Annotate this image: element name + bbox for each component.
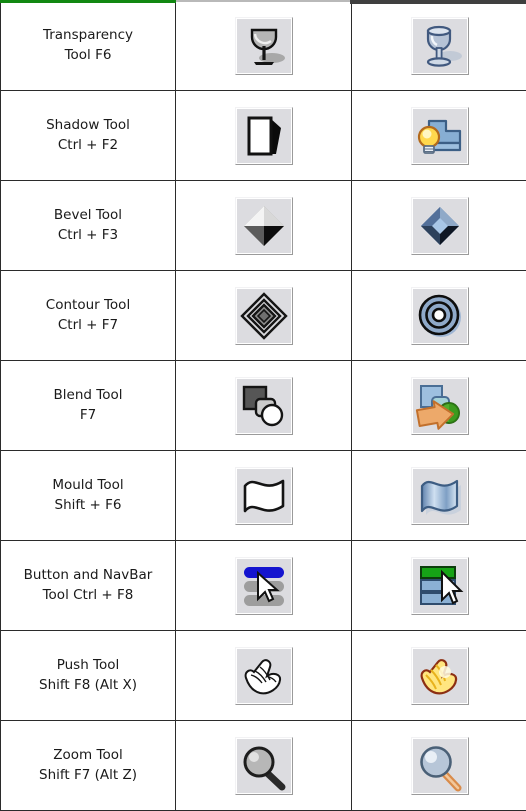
rectangle-with-shadow-icon[interactable] [234, 106, 293, 165]
icon-art [236, 558, 292, 614]
tool-name-line2: Shift F8 (Alt X) [39, 676, 137, 693]
icon-art [412, 108, 468, 164]
icon-cell-mono [175, 0, 352, 91]
icon-art [236, 378, 292, 434]
tools-table: Transparency Tool F6 Shadow Tool Ctrl + … [0, 0, 526, 811]
icon-art [236, 738, 292, 794]
icon-cell-color [351, 720, 526, 811]
navbar-bars-cursor-color-icon[interactable] [410, 556, 469, 615]
icon-art [412, 378, 468, 434]
tool-name-line2: Ctrl + F2 [57, 136, 119, 153]
hand-outline-icon[interactable] [234, 646, 293, 705]
tool-name-line1: Blend Tool [53, 386, 123, 403]
tool-name-line2: Tool F6 [64, 46, 112, 63]
icon-art [236, 288, 292, 344]
icon-cell-color [351, 630, 526, 721]
tool-reference-table-page: Transparency Tool F6 Shadow Tool Ctrl + … [0, 0, 526, 811]
icon-art [412, 198, 468, 254]
table-row: Button and NavBar Tool Ctrl + F8 [0, 540, 526, 631]
icon-cell-mono [175, 270, 352, 361]
icon-cell-mono [175, 540, 352, 631]
icon-art [412, 648, 468, 704]
table-row: Transparency Tool F6 [0, 0, 526, 91]
wine-glass-blue-icon[interactable] [410, 16, 469, 75]
tool-name-line1: Shadow Tool [46, 116, 130, 133]
wine-glass-gray-icon[interactable] [234, 16, 293, 75]
icon-cell-color [351, 360, 526, 451]
lightbulb-with-shape-icon[interactable] [410, 106, 469, 165]
icon-art [412, 468, 468, 524]
tool-label-mould: Mould Tool Shift + F6 [0, 450, 176, 541]
table-row: Blend Tool F7 [0, 360, 526, 451]
hand-yellow-icon[interactable] [410, 646, 469, 705]
wavy-sheet-blue-icon[interactable] [410, 466, 469, 525]
icon-cell-mono [175, 360, 352, 451]
shapes-with-arrow-icon[interactable] [410, 376, 469, 435]
icon-cell-mono [175, 180, 352, 271]
icon-art [236, 648, 292, 704]
table-row: Push Tool Shift F8 (Alt X) [0, 630, 526, 721]
table-row: Bevel Tool Ctrl + F3 [0, 180, 526, 271]
icon-art [412, 288, 468, 344]
magnifier-blue-icon[interactable] [410, 736, 469, 795]
tool-label-bevel: Bevel Tool Ctrl + F3 [0, 180, 176, 271]
top-accent-dark [350, 0, 526, 4]
icon-art [236, 108, 292, 164]
tool-label-blend: Blend Tool F7 [0, 360, 176, 451]
tool-name-line2: Ctrl + F3 [57, 226, 119, 243]
concentric-diamonds-icon[interactable] [234, 286, 293, 345]
table-row: Zoom Tool Shift F7 (Alt Z) [0, 720, 526, 811]
icon-cell-color [351, 450, 526, 541]
icon-cell-mono [175, 630, 352, 721]
tool-label-shadow: Shadow Tool Ctrl + F2 [0, 90, 176, 181]
icon-cell-mono [175, 450, 352, 541]
top-accent-green [0, 0, 176, 3]
tool-name-line1: Transparency [42, 26, 134, 43]
concentric-circles-icon[interactable] [410, 286, 469, 345]
tool-label-zoom: Zoom Tool Shift F7 (Alt Z) [0, 720, 176, 811]
beveled-diamond-blue-icon[interactable] [410, 196, 469, 255]
wavy-sheet-outline-icon[interactable] [234, 466, 293, 525]
tool-name-line1: Zoom Tool [53, 746, 123, 763]
icon-art [412, 558, 468, 614]
tool-label-push: Push Tool Shift F8 (Alt X) [0, 630, 176, 721]
icon-art [236, 198, 292, 254]
table-row: Shadow Tool Ctrl + F2 [0, 90, 526, 181]
magnifier-gray-icon[interactable] [234, 736, 293, 795]
tool-name-line2: Ctrl + F7 [57, 316, 119, 333]
icon-art [236, 468, 292, 524]
tool-name-line1: Push Tool [56, 656, 120, 673]
tool-name-line1: Mould Tool [52, 476, 124, 493]
icon-cell-color [351, 0, 526, 91]
tool-name-line1: Button and NavBar [23, 566, 153, 583]
icon-cell-color [351, 180, 526, 271]
tool-name-line2: Shift F7 (Alt Z) [39, 766, 137, 783]
table-row: Mould Tool Shift + F6 [0, 450, 526, 541]
table-row: Contour Tool Ctrl + F7 [0, 270, 526, 361]
tool-label-contour: Contour Tool Ctrl + F7 [0, 270, 176, 361]
top-accent-gray [176, 0, 350, 2]
icon-cell-color [351, 270, 526, 361]
tool-name-line2: F7 [79, 406, 97, 423]
square-roundrect-circle-icon[interactable] [234, 376, 293, 435]
beveled-diamond-gray-icon[interactable] [234, 196, 293, 255]
tool-name-line2: Tool Ctrl + F8 [42, 586, 134, 603]
tool-name-line1: Contour Tool [45, 296, 131, 313]
tool-label-button-navbar: Button and NavBar Tool Ctrl + F8 [0, 540, 176, 631]
tool-name-line2: Shift + F6 [54, 496, 122, 513]
tool-name-line1: Bevel Tool [53, 206, 123, 223]
icon-cell-mono [175, 720, 352, 811]
icon-art [412, 738, 468, 794]
tool-label-transparency: Transparency Tool F6 [0, 0, 176, 91]
icon-art [236, 18, 292, 74]
icon-cell-color [351, 540, 526, 631]
navbar-buttons-cursor-icon[interactable] [234, 556, 293, 615]
icon-art [412, 18, 468, 74]
icon-cell-color [351, 90, 526, 181]
icon-cell-mono [175, 90, 352, 181]
